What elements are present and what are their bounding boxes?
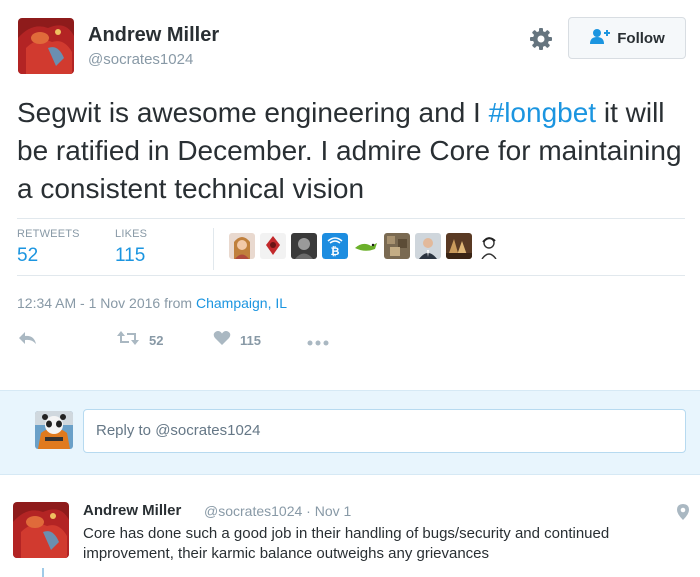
current-user-avatar[interactable]: [35, 411, 73, 449]
retweet-action-count: 52: [149, 333, 164, 348]
reply-author-avatar[interactable]: [13, 502, 69, 558]
retweets-count: 52: [17, 245, 39, 266]
follow-button-label: Follow: [617, 29, 665, 47]
tweet-actions: 52 115: [17, 330, 697, 356]
svg-text:₿: ₿: [331, 245, 340, 258]
liker-avatar[interactable]: [415, 233, 441, 259]
likes-label: LIKES: [115, 228, 148, 240]
liker-avatars: ₿: [229, 233, 503, 259]
like-button[interactable]: 115: [213, 330, 261, 351]
liker-avatar[interactable]: [260, 233, 286, 259]
likes-stat[interactable]: LIKES 115: [115, 228, 147, 267]
liker-avatar[interactable]: [291, 233, 317, 259]
reply-meta[interactable]: @socrates1024 · Nov 1: [204, 503, 351, 519]
reply-tweet[interactable]: Andrew Miller @socrates1024 · Nov 1 Core…: [0, 475, 700, 577]
liker-avatar[interactable]: [353, 233, 379, 259]
liker-avatar[interactable]: [446, 233, 472, 259]
liker-avatar[interactable]: [384, 233, 410, 259]
author-name[interactable]: Andrew Miller: [88, 24, 219, 47]
divider-top: [17, 218, 685, 219]
reply-composer: Reply to @socrates1024: [0, 390, 700, 475]
hashtag-link[interactable]: #longbet: [489, 97, 596, 128]
reply-text: Core has done such a good job in their h…: [83, 525, 610, 562]
author-handle[interactable]: @socrates1024: [88, 51, 193, 68]
retweet-icon: [116, 330, 140, 351]
tweet-timestamp: 12:34 AM - 1 Nov 2016 from Champaign, IL: [17, 295, 287, 311]
retweets-stat[interactable]: RETWEETS 52: [17, 228, 80, 267]
retweets-label: RETWEETS: [17, 228, 80, 240]
thread-line: [42, 568, 44, 577]
stat-separator: [213, 228, 214, 270]
liker-avatar[interactable]: [229, 233, 255, 259]
reply-input[interactable]: Reply to @socrates1024: [83, 409, 686, 453]
like-action-count: 115: [240, 333, 261, 348]
reply-arrow-icon: [17, 330, 37, 351]
divider-bottom: [17, 275, 685, 276]
reply-button[interactable]: [17, 330, 37, 351]
follow-button[interactable]: Follow: [568, 17, 686, 59]
liker-avatar[interactable]: ₿: [322, 233, 348, 259]
retweet-button[interactable]: 52: [116, 330, 163, 351]
tweet-text-part-1: Segwit is awesome engineering and I: [17, 97, 489, 128]
likes-count: 115: [115, 245, 146, 266]
tweet-time[interactable]: 12:34 AM - 1 Nov 2016 from: [17, 295, 196, 311]
more-dots-icon: [307, 334, 329, 352]
liker-avatar[interactable]: [477, 233, 503, 259]
reply-author-name[interactable]: Andrew Miller: [83, 502, 181, 519]
follow-person-plus-icon: [589, 28, 611, 49]
author-avatar[interactable]: [18, 18, 74, 74]
more-button[interactable]: [307, 334, 329, 352]
tweet-location-link[interactable]: Champaign, IL: [196, 295, 287, 311]
map-pin-icon[interactable]: [676, 503, 690, 521]
tweet-card: Andrew Miller @socrates1024 Follow Segwi…: [0, 0, 700, 390]
tweet-text: Segwit is awesome engineering and I #lon…: [17, 94, 693, 208]
heart-icon: [213, 330, 231, 351]
gear-icon[interactable]: [528, 26, 554, 52]
